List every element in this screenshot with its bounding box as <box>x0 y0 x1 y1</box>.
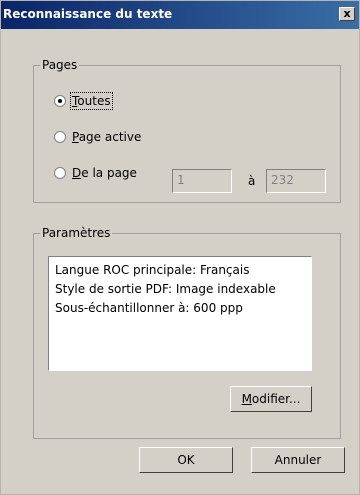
dialog-title: Reconnaissance du texte <box>3 7 173 21</box>
close-icon: x <box>343 7 351 20</box>
text-recognition-dialog: Reconnaissance du texte x Pages Toutes P… <box>0 0 360 495</box>
params-group-label: Paramètres <box>40 226 113 240</box>
page-to-label: à <box>248 174 256 188</box>
modify-button[interactable]: Modifier... <box>230 386 312 412</box>
radio-all-pages-indicator[interactable] <box>54 95 66 107</box>
params-summary-box: Langue ROC principale: Français Style de… <box>48 256 312 371</box>
ok-button[interactable]: OK <box>139 447 233 473</box>
pages-group-label: Pages <box>40 58 80 72</box>
radio-all-pages-label: Toutes <box>70 92 113 110</box>
cancel-button[interactable]: Annuler <box>251 447 345 473</box>
radio-current-page-label: Page active <box>72 130 142 144</box>
page-to-field[interactable]: 232 <box>266 169 326 193</box>
downsample-line: Sous-échantillonner à: 600 ppp <box>55 301 243 315</box>
page-from-field[interactable]: 1 <box>172 169 232 193</box>
pages-groupbox: Pages Toutes Page active De la page 1 à … <box>33 58 341 203</box>
ocr-language-line: Langue ROC principale: Français <box>55 263 250 277</box>
pdf-output-style-line: Style de sortie PDF: Image indexable <box>55 282 276 296</box>
close-button[interactable]: x <box>339 7 355 21</box>
radio-current-page-indicator[interactable] <box>54 131 66 143</box>
radio-selected-dot <box>58 99 62 103</box>
title-bar: Reconnaissance du texte x <box>1 1 359 29</box>
radio-page-range-indicator[interactable] <box>54 167 66 179</box>
radio-page-range-label: De la page <box>72 166 137 180</box>
params-groupbox: Paramètres Langue ROC principale: França… <box>33 226 341 439</box>
